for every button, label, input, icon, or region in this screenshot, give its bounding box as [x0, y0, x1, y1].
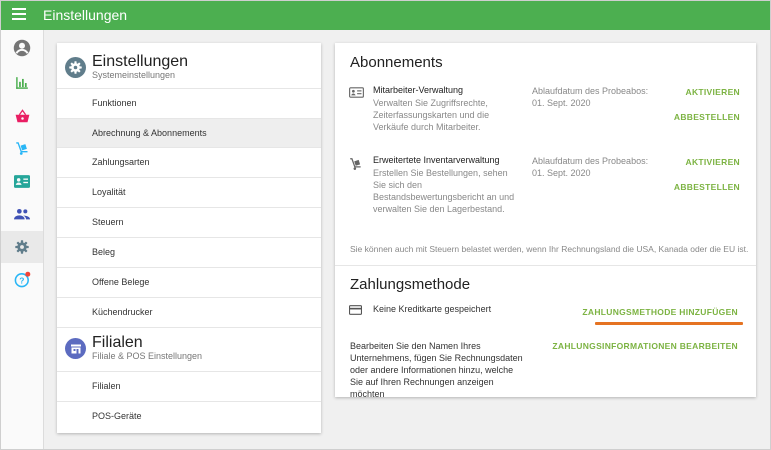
stores-header: Filialen Filiale & POS Einstellungen	[65, 334, 202, 361]
billing-info-description: Bearbeiten Sie den Namen Ihres Unternehm…	[350, 341, 523, 399]
help-icon: ?	[14, 271, 30, 287]
menu-item-billing[interactable]: Abrechnung & Abonnements	[57, 118, 321, 148]
subscription-name: Mitarbeiter-Verwaltung	[373, 85, 464, 95]
sidebar-item-employees[interactable]	[1, 198, 43, 230]
tax-note: Sie können auch mit Steuern belastet wer…	[350, 244, 749, 254]
activate-button[interactable]: AKTIVIEREN	[686, 87, 740, 97]
subscription-description: Erstellen Sie Bestellungen, sehen Sie si…	[373, 168, 515, 214]
sidebar-item-help[interactable]: ?	[1, 263, 43, 295]
bar-chart-icon	[16, 77, 28, 89]
section-divider	[57, 327, 321, 328]
account-circle-icon	[13, 39, 31, 57]
sidebar-item-sales[interactable]	[1, 100, 43, 132]
hand-truck-icon	[350, 158, 361, 170]
menu-item-taxes[interactable]: Steuern	[57, 207, 321, 237]
cancel-subscription-button[interactable]: ABBESTELLEN	[674, 182, 740, 192]
card-status: Keine Kreditkarte gespeichert	[373, 304, 492, 314]
settings-subtitle: Systemeinstellungen	[92, 70, 176, 80]
menu-item-stores[interactable]: Filialen	[57, 371, 321, 401]
sidebar-item-inventory[interactable]	[1, 132, 43, 164]
svg-text:?: ?	[19, 275, 24, 285]
subscription-description: Verwalten Sie Zugriffsrechte, Zeiterfass…	[373, 98, 490, 132]
menu-icon[interactable]	[12, 8, 26, 22]
menu-item-loyalty[interactable]: Loyalität	[57, 177, 321, 207]
store-icon	[65, 338, 86, 359]
subscription-expiry: Ablaufdatum des Probeabos: 01. Sept. 202…	[532, 86, 649, 108]
subscription-expiry: Ablaufdatum des Probeabos: 01. Sept. 202…	[532, 156, 649, 178]
sidebar-item-settings[interactable]	[1, 231, 43, 263]
menu-item-receipt[interactable]: Beleg	[57, 237, 321, 267]
credit-card-icon	[349, 305, 362, 315]
contact-card-icon	[14, 174, 30, 188]
subscription-name: Erweitertete Inventarverwaltung	[373, 155, 500, 165]
id-card-icon	[349, 87, 364, 98]
menu-item-payment-types[interactable]: Zahlungsarten	[57, 147, 321, 177]
cancel-subscription-button[interactable]: ABBESTELLEN	[674, 112, 740, 122]
top-bar: Einstellungen	[1, 1, 770, 30]
people-icon	[14, 209, 30, 220]
menu-item-open-tickets[interactable]: Offene Belege	[57, 267, 321, 297]
section-divider	[335, 265, 756, 266]
hand-truck-icon	[15, 141, 27, 155]
menu-item-kitchen-printers[interactable]: Küchendrucker	[57, 297, 321, 327]
activate-button[interactable]: AKTIVIEREN	[686, 157, 740, 167]
settings-gear-icon	[65, 57, 86, 78]
basket-icon	[15, 109, 29, 123]
sidebar-item-customers[interactable]	[1, 165, 43, 197]
sidebar-item-account[interactable]	[1, 32, 43, 64]
stores-subtitle: Filiale & POS Einstellungen	[92, 351, 203, 361]
settings-title: Einstellungen	[92, 53, 189, 70]
subscription-employee-management: Mitarbeiter-Verwaltung Verwalten Sie Zug…	[349, 85, 744, 155]
subscription-advanced-inventory: Erweitertete Inventarverwaltung Erstelle…	[349, 155, 744, 235]
sidebar: ?	[1, 30, 44, 449]
menu-item-funktionen[interactable]: Funktionen	[57, 88, 321, 118]
stores-title: Filialen	[92, 334, 143, 351]
billing-card: Abonnements Mitarbeiter-Verwaltung Verwa…	[335, 43, 756, 399]
highlight-underline	[595, 322, 743, 325]
app-window: Einstellungen ? Einstellungen Systemeins…	[0, 0, 771, 450]
subscriptions-title: Abonnements	[350, 54, 443, 71]
add-payment-method-button[interactable]: ZAHLUNGSMETHODE HINZUFÜGEN	[582, 307, 738, 317]
page-title: Einstellungen	[43, 7, 128, 23]
sidebar-item-reports[interactable]	[1, 67, 43, 99]
payment-method-title: Zahlungsmethode	[350, 276, 471, 293]
gear-icon	[15, 240, 29, 254]
settings-menu-card: Einstellungen Systemeinstellungen Funkti…	[57, 43, 321, 433]
edit-billing-info-button[interactable]: ZAHLUNGSINFORMATIONEN BEARBEITEN	[552, 341, 738, 351]
settings-header: Einstellungen Systemeinstellungen	[65, 53, 188, 80]
menu-item-pos-devices[interactable]: POS-Geräte	[57, 401, 321, 431]
